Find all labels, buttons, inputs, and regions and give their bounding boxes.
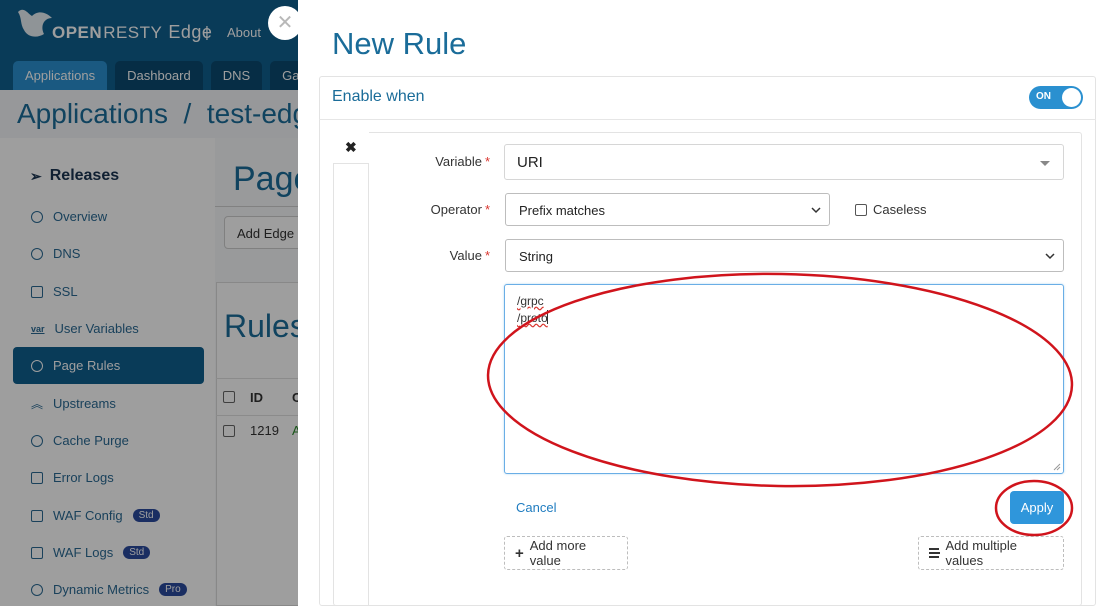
value-line: /proto	[517, 311, 548, 325]
add-more-value-label: Add more value	[529, 538, 587, 568]
add-more-value-button[interactable]: + Add more value	[504, 536, 628, 570]
condition-side-rail	[333, 132, 369, 606]
required-asterisk: *	[484, 202, 490, 217]
caseless-checkbox[interactable]: Caseless	[855, 202, 926, 217]
chevron-down-icon	[811, 207, 821, 214]
operator-select-value: Prefix matches	[519, 203, 605, 218]
close-icon[interactable]: ✕	[268, 6, 302, 40]
chevron-down-icon	[1045, 253, 1055, 260]
operator-label: Operator *	[370, 202, 490, 217]
enable-when-header	[319, 76, 1096, 120]
value-label: Value *	[370, 248, 490, 263]
text-cursor	[547, 310, 548, 324]
enable-toggle[interactable]: ON	[1029, 86, 1083, 109]
modal-title: New Rule	[332, 26, 467, 61]
value-label-text: Value	[449, 248, 482, 263]
enable-when-title: Enable when	[332, 88, 425, 105]
remove-condition-icon[interactable]: ✖	[345, 139, 357, 156]
cancel-button[interactable]: Cancel	[516, 500, 556, 515]
value-type-select-value: String	[519, 249, 553, 264]
caseless-label: Caseless	[873, 202, 927, 217]
required-asterisk: *	[484, 248, 490, 263]
add-multiple-values-button[interactable]: Add multiple values	[918, 536, 1064, 570]
variable-select[interactable]: URI	[504, 144, 1064, 180]
toggle-label: ON	[1036, 91, 1051, 102]
value-line: /grpc	[517, 294, 544, 308]
resize-handle-icon[interactable]	[1053, 463, 1061, 471]
value-type-select[interactable]: String	[505, 239, 1064, 272]
variable-label: Variable *	[370, 154, 490, 169]
operator-select[interactable]: Prefix matches	[505, 193, 830, 226]
checkbox-icon	[855, 203, 867, 216]
list-icon	[929, 548, 941, 558]
required-asterisk: *	[484, 154, 490, 169]
toggle-knob	[1062, 88, 1081, 107]
operator-label-text: Operator	[430, 202, 482, 217]
add-multiple-values-label: Add multiple values	[945, 538, 1018, 568]
value-textarea[interactable]: /grpc /proto	[504, 284, 1064, 474]
variable-select-value: URI	[517, 154, 543, 171]
caret-down-icon	[1040, 161, 1050, 166]
apply-button[interactable]: Apply	[1010, 491, 1064, 524]
variable-label-text: Variable	[435, 154, 482, 169]
plus-icon: +	[515, 544, 524, 562]
